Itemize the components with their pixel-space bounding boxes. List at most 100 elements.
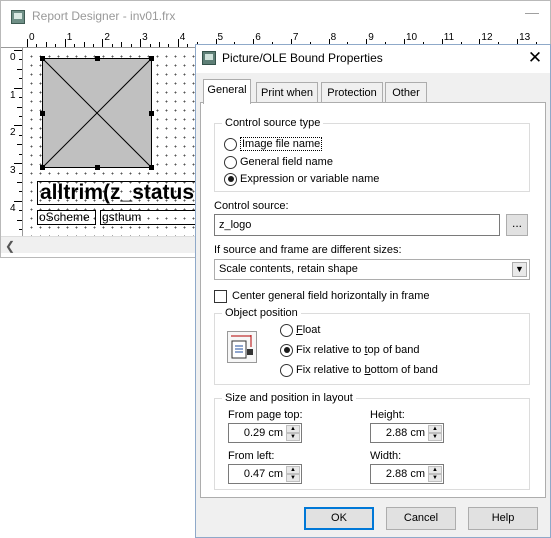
general-tab-panel: Control source type Image file name Gene… bbox=[200, 102, 546, 498]
scroll-left-icon[interactable]: ❮ bbox=[5, 239, 15, 253]
dialog-title: Picture/OLE Bound Properties bbox=[222, 51, 383, 65]
spin-down-icon[interactable]: ▼ bbox=[428, 474, 442, 482]
size-position-group: Size and position in layout From page to… bbox=[214, 392, 530, 490]
ruler-label: 13 bbox=[519, 32, 531, 43]
size-mismatch-select[interactable]: Scale contents, retain shape ▼ bbox=[214, 259, 530, 280]
radio-circle bbox=[280, 363, 293, 377]
from-page-top-spinner[interactable]: 0.29 cm ▲ ▼ bbox=[228, 423, 302, 443]
spin-down-icon[interactable]: ▼ bbox=[286, 433, 300, 441]
control-source-input[interactable]: z_logo bbox=[214, 214, 500, 236]
ruler-label: 0 bbox=[10, 52, 16, 63]
ruler-minor-tick bbox=[17, 144, 22, 146]
size-mismatch-label: If source and frame are different sizes: bbox=[214, 244, 402, 256]
center-horizontally-checkbox[interactable]: Center general field horizontally in fra… bbox=[214, 288, 430, 304]
close-button[interactable]: ✕ bbox=[526, 48, 544, 68]
ruler-tick bbox=[177, 39, 179, 47]
ruler-minor-tick bbox=[45, 42, 47, 47]
horizontal-scrollbar[interactable]: ❮ bbox=[1, 236, 197, 253]
spin-up-icon[interactable]: ▲ bbox=[286, 466, 300, 474]
radio-general-field-name[interactable]: General field name bbox=[224, 154, 333, 170]
report-designer-titlebar[interactable]: Report Designer - inv01.frx — bbox=[1, 1, 550, 31]
spin-up-icon[interactable]: ▲ bbox=[428, 466, 442, 474]
from-left-label: From left: bbox=[228, 450, 275, 462]
object-position-group: Object position Float Fix relative to to… bbox=[214, 307, 530, 385]
spinner-value: 0.29 cm bbox=[243, 427, 283, 439]
ruler-minor-tick bbox=[187, 44, 189, 47]
vertical-ruler: 0 1 2 3 4 bbox=[1, 48, 23, 236]
ruler-minor-tick bbox=[19, 115, 22, 117]
ruler-minor-tick bbox=[158, 42, 160, 47]
radio-circle bbox=[224, 155, 237, 169]
radio-label: General field name bbox=[240, 156, 333, 168]
tab-other[interactable]: Other bbox=[385, 82, 427, 104]
ruler-label: 8 bbox=[330, 32, 337, 43]
height-spinner[interactable]: 2.88 cm ▲ ▼ bbox=[370, 423, 444, 443]
object-position-icon bbox=[227, 331, 257, 363]
ruler-label: 9 bbox=[368, 32, 374, 43]
chevron-down-icon[interactable]: ▼ bbox=[512, 262, 527, 277]
ruler-minor-tick bbox=[19, 229, 22, 231]
object-position-label: Object position bbox=[222, 307, 301, 320]
cancel-button[interactable]: Cancel bbox=[386, 507, 456, 530]
tab-print-when[interactable]: Print when bbox=[256, 82, 318, 104]
tab-general[interactable]: General bbox=[203, 79, 251, 104]
selection-handle[interactable] bbox=[95, 165, 100, 170]
ruler-minor-tick bbox=[17, 219, 22, 221]
report-canvas[interactable]: alltrim(z_status oScheme gsthum bbox=[24, 49, 196, 236]
ruler-minor-tick bbox=[19, 153, 22, 155]
selection-handle[interactable] bbox=[40, 111, 45, 116]
ruler-tick bbox=[14, 163, 22, 165]
spin-up-icon[interactable]: ▲ bbox=[428, 425, 442, 433]
ruler-minor-tick bbox=[83, 42, 85, 47]
selection-handle[interactable] bbox=[40, 165, 45, 170]
radio-expression-or-variable[interactable]: Expression or variable name bbox=[224, 171, 379, 187]
ruler-minor-tick bbox=[74, 44, 76, 47]
tab-protection[interactable]: Protection bbox=[321, 82, 383, 104]
radio-fix-bottom[interactable]: Fix relative to bottom of band bbox=[280, 362, 438, 378]
minimize-button[interactable]: — bbox=[521, 5, 543, 25]
spin-up-icon[interactable]: ▲ bbox=[286, 425, 300, 433]
help-button[interactable]: Help bbox=[468, 507, 538, 530]
ruler-minor-tick bbox=[19, 134, 22, 136]
radio-fix-top[interactable]: Fix relative to top of band bbox=[280, 342, 420, 358]
ok-button[interactable]: OK bbox=[304, 507, 374, 530]
selection-handle[interactable] bbox=[149, 165, 154, 170]
ruler-tick bbox=[14, 200, 22, 202]
selection-handle[interactable] bbox=[149, 111, 154, 116]
gst-number-field[interactable]: gsthum bbox=[100, 210, 196, 225]
ruler-minor-tick bbox=[19, 191, 22, 193]
ruler-minor-tick bbox=[130, 44, 132, 47]
browse-button[interactable]: ... bbox=[506, 214, 528, 236]
spin-down-icon[interactable]: ▼ bbox=[286, 474, 300, 482]
radio-circle bbox=[280, 343, 293, 357]
radio-circle bbox=[224, 172, 237, 186]
report-designer-app-icon bbox=[11, 10, 25, 24]
ruler-label: 2 bbox=[104, 32, 110, 43]
radio-float[interactable]: Float bbox=[280, 322, 320, 338]
ruler-tick bbox=[14, 50, 22, 51]
scheme-field[interactable]: oScheme bbox=[37, 210, 96, 225]
dialog-titlebar[interactable]: Picture/OLE Bound Properties ✕ bbox=[196, 45, 550, 73]
selection-handle[interactable] bbox=[149, 56, 154, 61]
radio-image-file-name[interactable]: Image file name bbox=[224, 136, 323, 152]
spinner-value: 2.88 cm bbox=[385, 427, 425, 439]
ruler-tick bbox=[14, 87, 22, 89]
ruler-label: 10 bbox=[406, 32, 418, 43]
ruler-label: 4 bbox=[179, 32, 186, 43]
ruler-minor-tick bbox=[19, 78, 22, 80]
spin-down-icon[interactable]: ▼ bbox=[428, 433, 442, 441]
selection-handle[interactable] bbox=[95, 56, 100, 61]
checkbox-label: Center general field horizontally in fra… bbox=[232, 290, 430, 302]
size-position-label: Size and position in layout bbox=[222, 392, 356, 405]
expression-field[interactable]: alltrim(z_status bbox=[37, 181, 196, 205]
selection-handle[interactable] bbox=[40, 56, 45, 61]
control-source-type-group: Control source type Image file name Gene… bbox=[214, 117, 530, 192]
from-left-spinner[interactable]: 0.47 cm ▲ ▼ bbox=[228, 464, 302, 484]
ruler-label: 1 bbox=[66, 32, 73, 43]
from-page-top-label: From page top: bbox=[228, 409, 303, 421]
picture-control[interactable] bbox=[40, 56, 154, 170]
report-designer-title: Report Designer - inv01.frx bbox=[32, 9, 176, 23]
ruler-tick bbox=[102, 39, 104, 47]
ruler-label: 2 bbox=[10, 127, 16, 139]
width-spinner[interactable]: 2.88 cm ▲ ▼ bbox=[370, 464, 444, 484]
